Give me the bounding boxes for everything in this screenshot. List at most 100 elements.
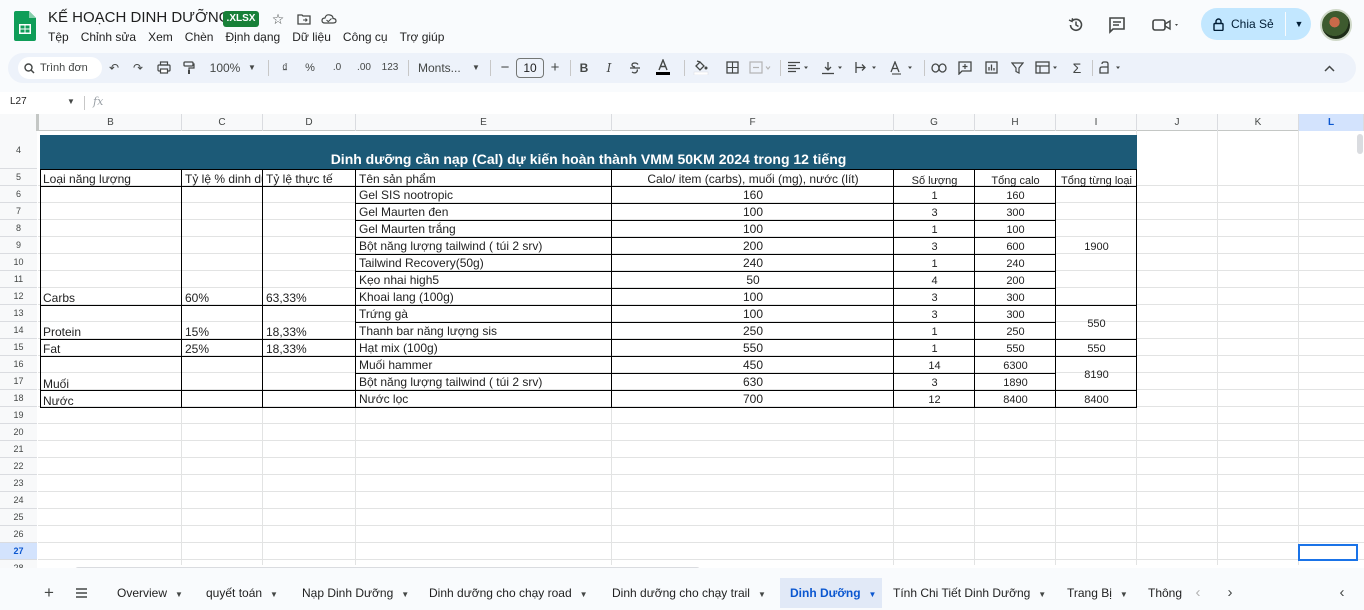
item-total-calo[interactable]: 8400 bbox=[975, 393, 1056, 407]
item-name[interactable]: Gel Maurten trắng bbox=[359, 222, 609, 236]
star-icon[interactable]: ☆ bbox=[269, 10, 287, 28]
item-quantity[interactable]: 3 bbox=[894, 376, 975, 390]
print-icon[interactable] bbox=[156, 53, 172, 83]
group-carbs-target[interactable]: 60% bbox=[185, 291, 262, 305]
table-title[interactable]: Dinh dưỡng cần nạp (Cal) dự kiến hoàn th… bbox=[40, 151, 1137, 167]
item-name[interactable]: Gel SIS nootropic bbox=[359, 188, 609, 202]
menu-search-input[interactable]: Trình đơn bbox=[18, 57, 102, 79]
item-name[interactable]: Thanh bar năng lượng sis bbox=[359, 324, 609, 338]
item-quantity[interactable]: 1 bbox=[894, 223, 975, 237]
name-box-dropdown-icon[interactable]: ▼ bbox=[67, 97, 75, 106]
font-size-decrease-button[interactable]: − bbox=[498, 53, 512, 83]
item-quantity[interactable]: 3 bbox=[894, 206, 975, 220]
sheet-tab-dinh-duong-active[interactable]: Dinh Dưỡng ▼ bbox=[780, 578, 882, 608]
item-name[interactable]: Kẹo nhai high5 bbox=[359, 273, 609, 287]
number-format-button[interactable]: 123 bbox=[380, 53, 400, 83]
avatar[interactable] bbox=[1320, 9, 1352, 41]
chevron-down-icon[interactable]: ▼ bbox=[270, 590, 278, 599]
fill-color-icon[interactable] bbox=[692, 53, 710, 83]
group-salt-label[interactable]: Muối bbox=[43, 377, 179, 391]
menu-edit[interactable]: Chỉnh sửa bbox=[81, 30, 136, 46]
sheet-tab-trang-bi[interactable]: Trang Bị ▼ bbox=[1057, 578, 1128, 608]
row-header-16[interactable]: 16 bbox=[0, 356, 37, 373]
side-panel-toggle-icon[interactable]: ‹ bbox=[1332, 578, 1352, 608]
row-header-15[interactable]: 15 bbox=[0, 339, 37, 356]
item-calo[interactable]: 700 bbox=[612, 392, 894, 406]
column-header-f[interactable]: F bbox=[612, 114, 894, 131]
item-name[interactable]: Khoai lang (100g) bbox=[359, 290, 609, 304]
row-header-21[interactable]: 21 bbox=[0, 441, 37, 458]
item-name[interactable]: Hạt mix (100g) bbox=[359, 341, 609, 355]
collapse-menus-icon[interactable] bbox=[1320, 53, 1338, 83]
group-water-total[interactable]: 8400 bbox=[1056, 393, 1137, 407]
item-name[interactable]: Bột năng lượng tailwind ( túi 2 srv) bbox=[359, 375, 609, 389]
row-header-17[interactable]: 17 bbox=[0, 373, 37, 390]
row-header-10[interactable]: 10 bbox=[0, 254, 37, 271]
header-product-name[interactable]: Tên sản phẩm bbox=[359, 172, 609, 186]
column-header-i[interactable]: I bbox=[1056, 114, 1137, 131]
merge-cells-icon[interactable] bbox=[748, 53, 772, 83]
meet-icon[interactable] bbox=[1148, 13, 1184, 37]
item-name[interactable]: Trứng gà bbox=[359, 307, 609, 321]
column-header-d[interactable]: D bbox=[263, 114, 356, 131]
group-fat-actual[interactable]: 18,33% bbox=[266, 342, 355, 356]
document-title[interactable]: KẾ HOẠCH DINH DƯỠNG bbox=[48, 9, 230, 26]
item-calo[interactable]: 50 bbox=[612, 273, 894, 287]
menu-view[interactable]: Xem bbox=[148, 30, 173, 46]
row-header-4[interactable]: 4 bbox=[0, 131, 37, 169]
item-quantity[interactable]: 1 bbox=[894, 342, 975, 356]
sheet-tab-thong[interactable]: Thông bbox=[1138, 578, 1182, 608]
chevron-down-icon[interactable]: ▼ bbox=[175, 590, 183, 599]
group-protein-actual[interactable]: 18,33% bbox=[266, 325, 355, 339]
row-header-14[interactable]: 14 bbox=[0, 322, 37, 339]
strikethrough-icon[interactable] bbox=[628, 53, 642, 83]
item-total-calo[interactable]: 160 bbox=[975, 189, 1056, 203]
spreadsheet-grid[interactable]: B C D E F G H I J K L 4 5 6 7 8 9 10 11 12 13 14 15… bbox=[0, 114, 1364, 568]
group-fat-target[interactable]: 25% bbox=[185, 342, 262, 356]
column-header-b[interactable]: B bbox=[40, 114, 182, 131]
row-header-23[interactable]: 23 bbox=[0, 475, 37, 492]
column-header-c[interactable]: C bbox=[182, 114, 263, 131]
column-header-h[interactable]: H bbox=[975, 114, 1056, 131]
row-header-22[interactable]: 22 bbox=[0, 458, 37, 475]
item-total-calo[interactable]: 1890 bbox=[975, 376, 1056, 390]
all-sheets-icon[interactable] bbox=[70, 578, 92, 608]
row-header-6[interactable]: 6 bbox=[0, 186, 37, 203]
item-calo[interactable]: 200 bbox=[612, 239, 894, 253]
insert-link-icon[interactable] bbox=[930, 53, 948, 83]
redo-icon[interactable]: ↷ bbox=[130, 53, 146, 83]
item-total-calo[interactable]: 300 bbox=[975, 291, 1056, 305]
item-name[interactable]: Nước lọc bbox=[359, 392, 609, 406]
menu-data[interactable]: Dữ liệu bbox=[292, 30, 331, 46]
column-header-j[interactable]: J bbox=[1137, 114, 1218, 131]
menu-file[interactable]: Tệp bbox=[48, 30, 69, 46]
item-calo[interactable]: 240 bbox=[612, 256, 894, 270]
column-header-g[interactable]: G bbox=[894, 114, 975, 131]
row-header-11[interactable]: 11 bbox=[0, 271, 37, 288]
text-wrapping-icon[interactable] bbox=[854, 53, 880, 83]
chevron-down-icon[interactable]: ▼ bbox=[758, 590, 766, 599]
column-header-l[interactable]: L bbox=[1299, 114, 1364, 131]
item-calo[interactable]: 160 bbox=[612, 188, 894, 202]
font-size-increase-button[interactable]: + bbox=[548, 53, 562, 83]
scroll-tabs-left-icon[interactable]: ‹ bbox=[1188, 578, 1208, 608]
add-sheet-icon[interactable]: + bbox=[38, 578, 60, 608]
insert-comment-icon[interactable] bbox=[956, 53, 974, 83]
vertical-align-icon[interactable] bbox=[820, 53, 846, 83]
menu-tools[interactable]: Công cụ bbox=[343, 30, 388, 46]
sheet-tab-nap-dinh-duong[interactable]: Nạp Dinh Dưỡng ▼ bbox=[292, 578, 409, 608]
row-header-19[interactable]: 19 bbox=[0, 407, 37, 424]
header-actual-ratio[interactable]: Tỷ lệ thực tế bbox=[266, 172, 355, 186]
input-tools-icon[interactable] bbox=[1098, 53, 1126, 83]
name-box[interactable]: L27 bbox=[10, 96, 27, 107]
chevron-down-icon[interactable]: ▼ bbox=[869, 590, 877, 599]
row-header-18[interactable]: 18 bbox=[0, 390, 37, 407]
item-calo[interactable]: 250 bbox=[612, 324, 894, 338]
row-header-13[interactable]: 13 bbox=[0, 305, 37, 322]
chevron-down-icon[interactable]: ▼ bbox=[580, 590, 588, 599]
percent-format-button[interactable]: % bbox=[303, 53, 317, 83]
increase-decimal-button[interactable]: .00 bbox=[354, 53, 374, 83]
item-quantity[interactable]: 1 bbox=[894, 325, 975, 339]
filter-icon[interactable] bbox=[1008, 53, 1026, 83]
item-calo[interactable]: 100 bbox=[612, 222, 894, 236]
